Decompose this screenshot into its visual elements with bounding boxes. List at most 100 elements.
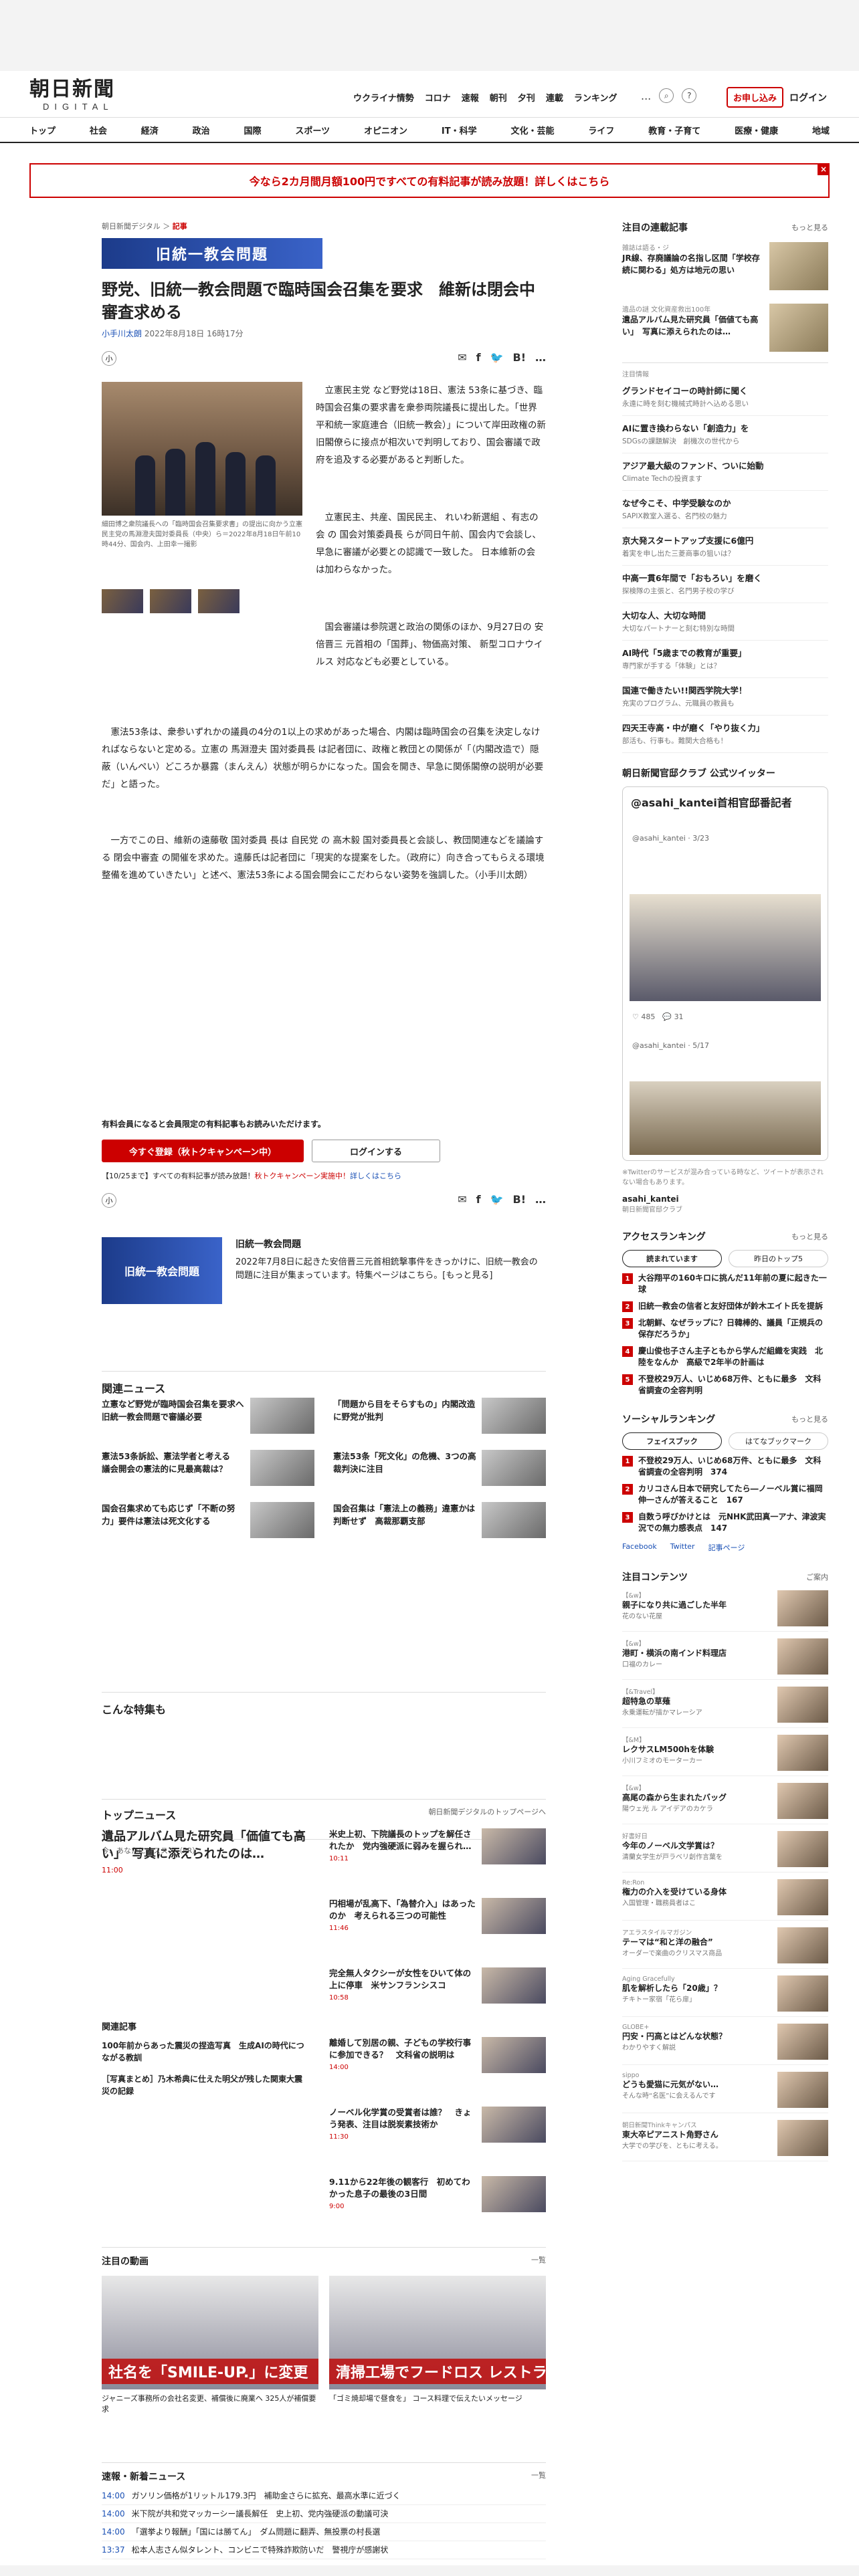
campaign-link[interactable]: 詳しくはこちら xyxy=(350,1172,401,1180)
facebook-icon-bottom[interactable]: f xyxy=(476,1193,481,1206)
content-item[interactable]: アエラスタイルマガジン テーマは“和と洋の融合” オーダーで楽曲のクリスマス商品 xyxy=(622,1927,828,1969)
content-item[interactable]: 【&w】 親子になり共に過ごした半年 花のない花屋 xyxy=(622,1590,828,1632)
feature-card[interactable]: 旧統一教会問題 旧統一教会問題 2022年7月8日に起きた安倍晋三元首相銃撃事件… xyxy=(102,1237,546,1311)
nav-corona[interactable]: コロナ xyxy=(425,91,451,104)
related-item[interactable]: 憲法53条「死文化」の危機、3つの高裁判決に注目 xyxy=(333,1450,546,1490)
content-item[interactable]: 【&w】 高尾の森から生まれたバッグ 陽ウェ光 ル アイデアのカケラ xyxy=(622,1783,828,1824)
content-item[interactable]: 【&Travel】 超特急の草薙 永乗運転が描かマレーシア xyxy=(622,1687,828,1728)
ad-item[interactable]: AI時代「5歳までの教育が重要」 専門家が手する「体験」とは？ xyxy=(622,641,828,678)
related-item[interactable]: 国会召集求めても応じず「不断の努力」要件は憲法は死文化する xyxy=(102,1502,314,1542)
register-button[interactable]: 今すぐ登録（秋トクキャンペーン中） xyxy=(102,1140,304,1162)
access-more-link[interactable]: もっと見る xyxy=(791,1231,828,1242)
cat-international[interactable]: 国際 xyxy=(244,124,262,136)
related-item[interactable]: 立憲など野党が臨時国会召集を要求へ 旧統一教会問題で審議必要 xyxy=(102,1398,314,1438)
cat-politics[interactable]: 政治 xyxy=(193,124,210,136)
content-item[interactable]: 朝日新聞Thinkキャンパス 東大卒ピアニスト角野さん 大学での学びを、ともに考える… xyxy=(622,2120,828,2161)
ad-item[interactable]: 中高一貫6年間で「おもろい」を磨く 探検隊の主張と、名門男子校の学び xyxy=(622,566,828,603)
crumb-site[interactable]: 朝日新聞デジタル xyxy=(102,222,161,231)
mail-icon-bottom[interactable]: ✉ xyxy=(458,1193,466,1206)
share-twitter-link[interactable]: Twitter xyxy=(670,1542,695,1553)
serial-item[interactable]: 遺品の謎 文化資産救出100年 遺品アルバム見た研究員「価値ても高い」 写真に添え… xyxy=(622,304,828,357)
cat-opinion[interactable]: オピニオン xyxy=(364,124,407,136)
font-size-icon[interactable]: 小 xyxy=(102,351,116,366)
tweet-photo-2[interactable] xyxy=(630,1081,821,1155)
related-item[interactable]: 国会召集は「憲法上の義務」違憲かは判断せず 高裁那覇支部 xyxy=(333,1502,546,1542)
mail-icon[interactable]: ✉ xyxy=(458,351,466,364)
breaking-item[interactable]: 14:00 ガソリン価格が1リットル179.3円 補助金さらに拡充、最高水準に近づ… xyxy=(102,2487,546,2505)
cat-economy[interactable]: 経済 xyxy=(141,124,159,136)
related-article[interactable]: ［写真まとめ］乃木希典に仕えた明父が残した関東大震災の記録 xyxy=(102,2073,309,2097)
top-news-item[interactable]: 円相場が乱高下、「為替介入」はあったのか 考えられる三つの可能性 11:46 xyxy=(329,1898,546,1967)
content-item[interactable]: Re:Ron 権力の介入を受けている身体 入国管理・職務員者はこ xyxy=(622,1879,828,1921)
search-icon[interactable]: ⌕ xyxy=(659,88,674,103)
social-ranking-item[interactable]: 2 カリコさん日本で研究してたら―ノーベル賞に福岡伸一さんが答えること 167 xyxy=(622,1483,828,1506)
social-more-link[interactable]: もっと見る xyxy=(791,1414,828,1424)
ad-item[interactable]: なぜ今こそ、中学受験なのか SAPIX教室入選る、名門校の魅力 xyxy=(622,491,828,528)
nav-ranking[interactable]: ランキング xyxy=(574,91,617,104)
ad-item[interactable]: グランドセイコーの時計師に聞く 永遠に時を刻む機械式時計へ込める思い xyxy=(622,379,828,416)
help-icon[interactable]: ? xyxy=(682,88,697,103)
twitter-icon-bottom[interactable]: 🐦 xyxy=(490,1193,504,1206)
ad-item[interactable]: 四天王寺高・中が磨く「やり抜く力」 部活も、行事も。難関大合格も！ xyxy=(622,716,828,753)
close-icon[interactable]: × xyxy=(818,163,830,175)
content-item[interactable]: 【&M】 レクサスLM500hを体験 小川フミオのモーターカー xyxy=(622,1735,828,1776)
font-size-icon-bottom[interactable]: 小 xyxy=(102,1193,116,1208)
hatena-icon-bottom[interactable]: B! xyxy=(513,1193,527,1206)
subscribe-button[interactable]: お申し込み xyxy=(727,87,784,108)
nav-serial[interactable]: 連載 xyxy=(546,91,563,104)
video-more-link[interactable]: 一覧 xyxy=(531,2254,546,2268)
breaking-item[interactable]: 14:00 「選挙より報酬」「国には勝てん」 ダム問題に翻弄、無投票の村長選 xyxy=(102,2523,546,2541)
ranking-item[interactable]: 2 旧統一教会の信者と友好団体が鈴木エイト氏を提訴 xyxy=(622,1301,828,1312)
related-item[interactable]: 「問題から目をそらすもの」内閣改造に野党が批判 xyxy=(333,1398,546,1438)
tab-hatena[interactable]: はてなブックマーク xyxy=(729,1432,828,1450)
login-link[interactable]: ログイン xyxy=(789,91,827,104)
cat-health[interactable]: 医療・健康 xyxy=(735,124,778,136)
more-share-icon-bottom[interactable]: … xyxy=(535,1193,546,1206)
nav-breaking[interactable]: 速報 xyxy=(462,91,479,104)
social-ranking-item[interactable]: 1 不登校29万人、いじめ68万件、ともに最多 文科省調査の全容判明 374 xyxy=(622,1455,828,1478)
content-more-link[interactable]: ご案内 xyxy=(806,1572,828,1582)
nav-evening[interactable]: 夕刊 xyxy=(518,91,535,104)
breaking-item[interactable]: 14:00 米下院が共和党マッカーシー議長解任 史上初、党内強硬派の動議可決 xyxy=(102,2505,546,2523)
twitter-account[interactable]: asahi_kantei xyxy=(622,1194,828,1204)
topic-banner[interactable]: 旧統一教会問題 xyxy=(102,238,322,269)
content-item[interactable]: 【&w】 港町・横浜の南インド料理店 口福のカレー xyxy=(622,1638,828,1680)
ad-item[interactable]: AIに置き換わらない「創造力」を SDGsの課題解決 創機次の世代から xyxy=(622,416,828,453)
top-news-item[interactable]: 米史上初、下院議長のトップを解任されたか 党内強硬派に弱みを握られ… 10:11 xyxy=(329,1828,546,1898)
top-news-item[interactable]: 離婚して別居の親、子どもの学校行事に参加できる？ 文科省の説明は 14:00 xyxy=(329,2037,546,2107)
author-link[interactable]: 小手川太朗 xyxy=(102,329,142,338)
cat-culture[interactable]: 文化・芸能 xyxy=(510,124,554,136)
social-ranking-item[interactable]: 3 自数う呼びかけとは 元NHK武田真一アナ、津波実況での無力感表点 147 xyxy=(622,1511,828,1534)
tweet-photo[interactable] xyxy=(630,894,821,1001)
cat-it-science[interactable]: IT・科学 xyxy=(442,124,477,136)
breaking-item[interactable]: 13:37 松本人志さん似タレント、コンビニで特殊詐欺防いだ 警視庁が感謝状 xyxy=(102,2541,546,2559)
facebook-icon[interactable]: f xyxy=(476,351,481,364)
nav-ukraine[interactable]: ウクライナ情勢 xyxy=(353,91,414,104)
content-item[interactable]: GLOBE+ 円安・円高とはどんな状態？ わかりやすく解説 xyxy=(622,2024,828,2065)
share-facebook-link[interactable]: Facebook xyxy=(622,1542,657,1553)
cat-life[interactable]: ライフ xyxy=(588,124,614,136)
share-article-link[interactable]: 記事ページ xyxy=(708,1542,745,1553)
top-news-item[interactable]: 9.11から22年後の観客行 初めてわかった息子の最後の3日間 9:00 xyxy=(329,2176,546,2246)
crumb-article[interactable]: 記事 xyxy=(173,222,187,231)
twitter-icon[interactable]: 🐦 xyxy=(490,351,504,364)
top-page-link[interactable]: 朝日新聞デジタルのトップページへ xyxy=(428,1806,546,1822)
tab-yesterday[interactable]: 昨日のトップ5 xyxy=(729,1250,828,1267)
cat-education[interactable]: 教育・子育て xyxy=(648,124,700,136)
cat-region[interactable]: 地域 xyxy=(812,124,830,136)
tab-facebook[interactable]: フェイスブック xyxy=(622,1432,722,1450)
video-item[interactable]: 社名を「SMILE-UP.」に変更 ジャニーズ事務所の会社名変更、補償後に廃業へ … xyxy=(102,2276,318,2415)
cat-society[interactable]: 社会 xyxy=(90,124,107,136)
nav-morning[interactable]: 朝刊 xyxy=(490,91,507,104)
article-photo[interactable] xyxy=(102,382,302,516)
related-article[interactable]: 100年前からあった震災の捏造写真 生成AIの時代につながる教訓 xyxy=(102,2040,309,2064)
ad-item[interactable]: 大切な人、大切な時間 大切なパートナーと刻む特別な時間 xyxy=(622,603,828,641)
content-item[interactable]: sippo どうも愛猫に元気がない… そんな時“名医”に会えるんです xyxy=(622,2072,828,2113)
serial-item[interactable]: 雑誌は語る・ジ JR線、存廃議論の名指し区間「学校存続に関わる」処方は地元の思い xyxy=(622,242,828,296)
ranking-item[interactable]: 5 不登校29万人、いじめ68万件、ともに最多 文科省調査の全容判明 xyxy=(622,1374,828,1396)
hatena-icon[interactable]: B! xyxy=(513,351,527,364)
breaking-more-link[interactable]: 一覧 xyxy=(531,2470,546,2483)
content-item[interactable]: Aging Gracefully 肌を解析したら「20歳」？ チキトー家宿「花ら扉」 xyxy=(622,1975,828,2017)
ad-item[interactable]: 京大発スタートアップ支援に6億円 着実を申し出た三菱商事の狙いは？ xyxy=(622,528,828,566)
top-news-item[interactable]: 完全無人タクシーが女性をひいて体の上に停車 米サンフランシスコ 10:58 xyxy=(329,1967,546,2037)
